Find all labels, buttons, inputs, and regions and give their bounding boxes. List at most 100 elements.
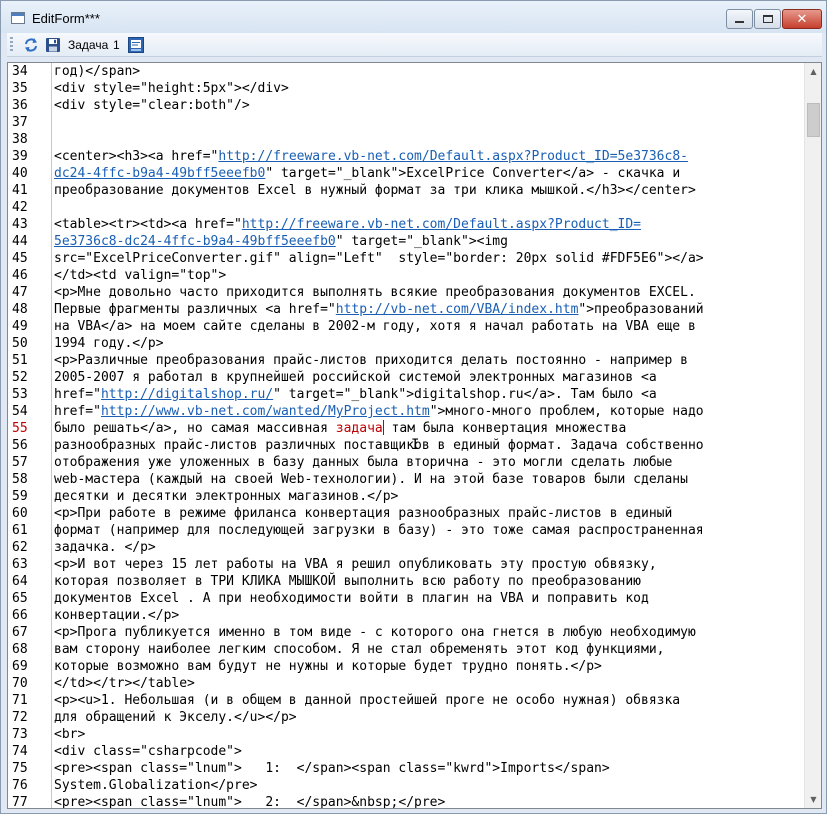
code-text[interactable]: которая позволяет в ТРИ КЛИКА МЫШКОЙ вып… [54,573,641,590]
code-text[interactable]: формат (например для последующей загрузк… [54,522,704,539]
code-text[interactable]: href="http://digitalshop.ru/" target="_b… [54,386,657,403]
code-token: <p><u>1. Небольшая (и в общем в данной п… [54,693,681,708]
code-text[interactable]: <table><tr><td><a href="http://freeware.… [54,216,641,233]
title-bar[interactable]: EditForm*** ✕ [1,1,826,33]
scroll-up-button[interactable]: ▲ [805,63,821,80]
code-text[interactable]: </td></tr></table> [54,675,195,692]
refresh-icon[interactable] [23,37,39,53]
code-line[interactable]: 36 <div style="clear:both"/> [8,97,804,114]
code-text[interactable]: 5e3736c8-dc24-4ffc-b9a4-49bff5eeefb0" ta… [54,233,508,250]
code-text[interactable]: <p><u>1. Небольшая (и в общем в данной п… [54,692,680,709]
code-text[interactable]: web-мастера (каждый на своей Web-техноло… [54,471,688,488]
code-text[interactable]: было решать</a>, но самая массивная зада… [54,420,626,437]
code-text[interactable]: Первые фрагменты различных <a href="http… [54,301,704,318]
save-icon[interactable] [45,37,61,53]
code-text[interactable]: конвертации.</p> [54,607,179,624]
code-line[interactable]: 41 преобразование документов Excel в нужн… [8,182,804,199]
code-line[interactable]: 64 которая позволяет в ТРИ КЛИКА МЫШКОЙ в… [8,573,804,590]
code-line[interactable]: 65 документов Excel . А при необходимости… [8,590,804,607]
code-line[interactable]: 76 System.Globalization</pre> [8,777,804,794]
code-line[interactable]: 69 которые возможно вам будут не нужны и … [8,658,804,675]
code-line[interactable]: 56 разнообразных прайс-листов различных п… [8,437,804,454]
scroll-thumb[interactable] [807,103,820,137]
code-line[interactable]: 74 <div class="csharpcode"> [8,743,804,760]
code-text[interactable]: отображения уже уложенных в базу данных … [54,454,672,471]
code-text[interactable]: задачка. </p> [54,539,156,556]
code-text[interactable]: <center><h3><a href="http://freeware.vb-… [54,148,688,165]
line-number: 36 [12,98,28,113]
code-line[interactable]: 54 href="http://www.vb-net.com/wanted/MyP… [8,403,804,420]
code-line[interactable]: 53 href="http://digitalshop.ru/" target="… [8,386,804,403]
code-line[interactable]: 63 <p>И вот через 15 лет работы на VBA я … [8,556,804,573]
code-line[interactable]: 49 на VBA</a> на моем сайте сделаны в 200… [8,318,804,335]
code-text[interactable]: год)</span> [54,63,140,80]
code-line[interactable]: 66 конвертации.</p> [8,607,804,624]
code-text[interactable]: на VBA</a> на моем сайте сделаны в 2002-… [54,318,696,335]
code-text[interactable]: <br> [54,726,85,743]
code-line[interactable]: 34 год)</span> [8,63,804,80]
code-line[interactable]: 62 задачка. </p> [8,539,804,556]
code-line[interactable]: 71 <p><u>1. Небольшая (и в общем в данной… [8,692,804,709]
maximize-button[interactable] [754,9,781,29]
code-line[interactable]: 72 для обращений к Экселу.</u></p> [8,709,804,726]
code-line[interactable]: 50 1994 году.</p> [8,335,804,352]
code-line[interactable]: 52 2005-2007 я работал в крупнейшей росси… [8,369,804,386]
minimize-button[interactable] [726,9,753,29]
code-text[interactable]: <pre><span class="lnum"> 2: </span>&nbsp… [54,794,445,808]
code-line[interactable]: 42 [8,199,804,216]
code-line[interactable]: 46 </td><td valign="top"> [8,267,804,284]
code-line[interactable]: 70 </td></tr></table> [8,675,804,692]
code-line[interactable]: 77 <pre><span class="lnum"> 2: </span>&nb… [8,794,804,808]
code-text[interactable]: <div style="clear:both"/> [54,97,250,114]
code-text[interactable]: </td><td valign="top"> [54,267,226,284]
code-text[interactable]: <p>Прога публикуется именно в том виде -… [54,624,696,641]
code-line[interactable]: 60 <p>При работе в режиме фриланса конвер… [8,505,804,522]
code-line[interactable]: 47 <p>Мне довольно часто приходится выпол… [8,284,804,301]
code-text[interactable]: System.Globalization</pre> [54,777,258,794]
code-text[interactable]: src="ExcelPriceConverter.gif" align="Lef… [54,250,704,267]
code-text[interactable]: разнообразных прайс-листов различных пос… [54,437,704,454]
toolbar-grip-icon[interactable] [10,37,13,53]
scroll-down-button[interactable]: ▼ [805,791,821,808]
code-text[interactable]: <p>При работе в режиме фриланса конверта… [54,505,672,522]
code-line[interactable]: 39 <center><h3><a href="http://freeware.v… [8,148,804,165]
code-text[interactable]: <p>Различные преобразования прайс-листов… [54,352,688,369]
code-text[interactable]: dc24-4ffc-b9a4-49bff5eeefb0" target="_bl… [54,165,680,182]
code-line[interactable]: 57 отображения уже уложенных в базу данны… [8,454,804,471]
code-text[interactable]: <pre><span class="lnum"> 1: </span><span… [54,760,610,777]
code-line[interactable]: 59 десятки и десятки электронных магазино… [8,488,804,505]
code-line[interactable]: 73 <br> [8,726,804,743]
code-text[interactable]: вам сторону наиболее легким способом. Я … [54,641,664,658]
close-button[interactable]: ✕ [782,9,822,29]
code-line[interactable]: 67 <p>Прога публикуется именно в том виде… [8,624,804,641]
code-text[interactable]: 1994 году.</p> [54,335,164,352]
code-text[interactable]: <div style="height:5px"></div> [54,80,289,97]
code-line[interactable]: 55 было решать</a>, но самая массивная за… [8,420,804,437]
code-text[interactable]: 2005-2007 я работал в крупнейшей российс… [54,369,657,386]
code-line[interactable]: 43 <table><tr><td><a href="http://freewar… [8,216,804,233]
code-line[interactable]: 75 <pre><span class="lnum"> 1: </span><sp… [8,760,804,777]
code-line[interactable]: 48 Первые фрагменты различных <a href="ht… [8,301,804,318]
code-text[interactable]: десятки и десятки электронных магазинов.… [54,488,398,505]
code-line[interactable]: 37 [8,114,804,131]
code-line[interactable]: 51 <p>Различные преобразования прайс-лист… [8,352,804,369]
code-text[interactable]: <div class="csharpcode"> [54,743,242,760]
code-editor[interactable]: 34 год)</span> 35 <div style="height:5px"><… [7,62,822,809]
code-line[interactable]: 45 src="ExcelPriceConverter.gif" align="L… [8,250,804,267]
code-line[interactable]: 58 web-мастера (каждый на своей Web-техно… [8,471,804,488]
page-icon[interactable] [128,37,144,53]
code-text[interactable]: которые возможно вам будут не нужны и ко… [54,658,602,675]
code-line[interactable]: 35 <div style="height:5px"></div> [8,80,804,97]
vertical-scrollbar[interactable]: ▲ ▼ [804,63,821,808]
code-text[interactable]: <p>Мне довольно часто приходится выполня… [54,284,696,301]
code-line[interactable]: 38 [8,131,804,148]
code-text[interactable]: документов Excel . А при необходимости в… [54,590,649,607]
code-text[interactable]: href="http://www.vb-net.com/wanted/MyPro… [54,403,704,420]
code-line[interactable]: 44 5e3736c8-dc24-4ffc-b9a4-49bff5eeefb0" … [8,233,804,250]
code-line[interactable]: 61 формат (например для последующей загру… [8,522,804,539]
code-text[interactable]: для обращений к Экселу.</u></p> [54,709,297,726]
code-line[interactable]: 40 dc24-4ffc-b9a4-49bff5eeefb0" target="_… [8,165,804,182]
code-text[interactable]: преобразование документов Excel в нужный… [54,182,696,199]
code-text[interactable]: <p>И вот через 15 лет работы на VBA я ре… [54,556,657,573]
code-line[interactable]: 68 вам сторону наиболее легким способом. … [8,641,804,658]
